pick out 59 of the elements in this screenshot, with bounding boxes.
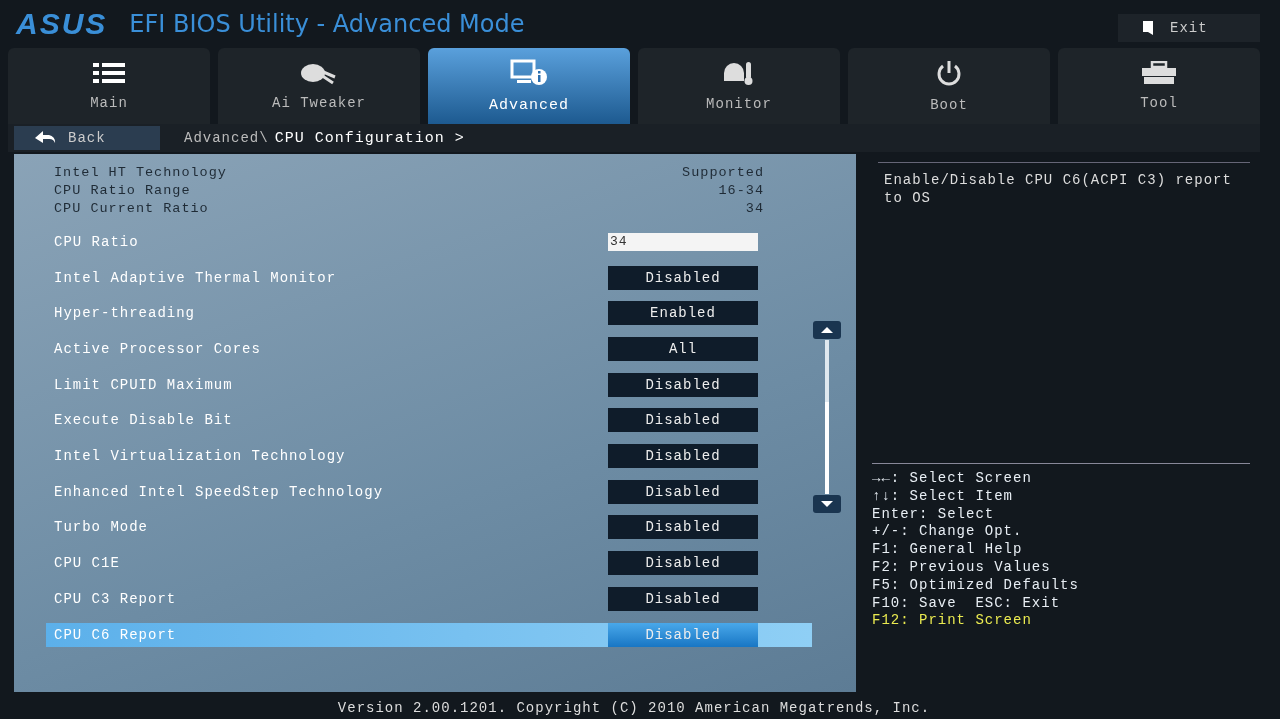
setting-row[interactable]: CPU C3 Report Disabled xyxy=(14,580,812,617)
setting-row[interactable]: Active Processor Cores All xyxy=(14,331,812,367)
setting-row[interactable]: Intel Virtualization Technology Disabled xyxy=(14,438,812,474)
setting-row[interactable]: Hyper-threading Enabled xyxy=(14,295,812,332)
key-hint: F5: Optimized Defaults xyxy=(872,576,1080,595)
option-button[interactable]: All xyxy=(608,336,758,361)
option-button[interactable]: Disabled xyxy=(608,586,758,611)
breadcrumb-current: CPU Configuration > xyxy=(274,129,465,147)
option-button[interactable]: Disabled xyxy=(608,551,758,576)
info-value: 34 xyxy=(745,200,764,218)
version-text: Version 2.00.1201. Copyright (C) 2010 American Megatrends, Inc. xyxy=(336,700,932,716)
info-value: 16-34 xyxy=(718,182,764,200)
exit-button[interactable]: Exit xyxy=(1118,14,1260,42)
toolbox-icon xyxy=(1140,61,1178,85)
scroll-down-icon[interactable] xyxy=(812,494,842,514)
setting-row[interactable]: Limit CPUID Maximum Disabled xyxy=(14,366,812,403)
back-arrow-icon xyxy=(34,130,56,146)
setting-row[interactable]: Enhanced Intel SpeedStep Technology Disabled xyxy=(14,473,812,510)
setting-row[interactable]: Turbo Mode Disabled xyxy=(14,509,812,546)
info-label: Intel HT Technology xyxy=(54,164,227,182)
tab[interactable]: Ai Tweaker xyxy=(218,48,420,124)
option-button[interactable]: Disabled xyxy=(608,479,758,504)
setting-row[interactable]: CPU C1E Disabled xyxy=(14,545,812,581)
key-hint: +/-: Change Opt. xyxy=(872,523,1024,542)
window-title: EFI BIOS Utility - Advanced Mode xyxy=(129,10,526,38)
option-button[interactable]: Enabled xyxy=(608,301,758,326)
option-button[interactable]: Disabled xyxy=(608,372,758,397)
back-button[interactable]: Back xyxy=(14,126,160,150)
option-button[interactable]: Disabled xyxy=(608,408,758,433)
key-hint: F12: Print Screen xyxy=(872,612,1033,631)
key-hint: ↑↓: Select Item xyxy=(872,487,1015,506)
help-text: Enable/Disable CPU C6(ACPI C3) report to OS xyxy=(878,162,1250,463)
monitor-info-icon xyxy=(509,58,549,87)
info-label: CPU Ratio Range xyxy=(54,182,191,200)
info-label: CPU Current Ratio xyxy=(54,200,209,218)
tab[interactable]: Main xyxy=(8,48,210,124)
option-button[interactable]: Disabled xyxy=(608,443,758,468)
logo: ASUS xyxy=(16,7,108,41)
setting-row[interactable]: CPU Ratio 34 xyxy=(14,224,812,260)
key-hint: Enter: Select xyxy=(872,505,996,524)
info-value: Supported xyxy=(682,164,764,182)
scrollbar[interactable] xyxy=(812,320,842,514)
list-icon xyxy=(91,61,127,85)
breadcrumb-link[interactable]: Advanced\ xyxy=(184,130,269,146)
tab[interactable]: Tool xyxy=(1058,48,1260,124)
option-button[interactable]: Disabled xyxy=(608,265,758,290)
option-button[interactable]: Disabled xyxy=(608,515,758,540)
tab[interactable]: Boot xyxy=(848,48,1050,124)
setting-row[interactable]: Execute Disable Bit Disabled xyxy=(14,402,812,439)
exit-door-icon xyxy=(1140,20,1156,36)
key-hint: F2: Previous Values xyxy=(872,559,1052,577)
key-hint: F1: General Help xyxy=(872,541,1024,559)
tab[interactable]: Monitor xyxy=(638,48,840,124)
ratio-input-field[interactable]: 34 xyxy=(608,232,758,251)
tab[interactable]: Advanced xyxy=(428,48,630,124)
scroll-up-icon[interactable] xyxy=(812,320,842,340)
key-hint: →←: Select Screen xyxy=(872,470,1033,488)
key-hint: F10: Save ESC: Exit xyxy=(872,594,1062,613)
setting-row[interactable]: Intel Adaptive Thermal Monitor Disabled xyxy=(14,259,812,296)
